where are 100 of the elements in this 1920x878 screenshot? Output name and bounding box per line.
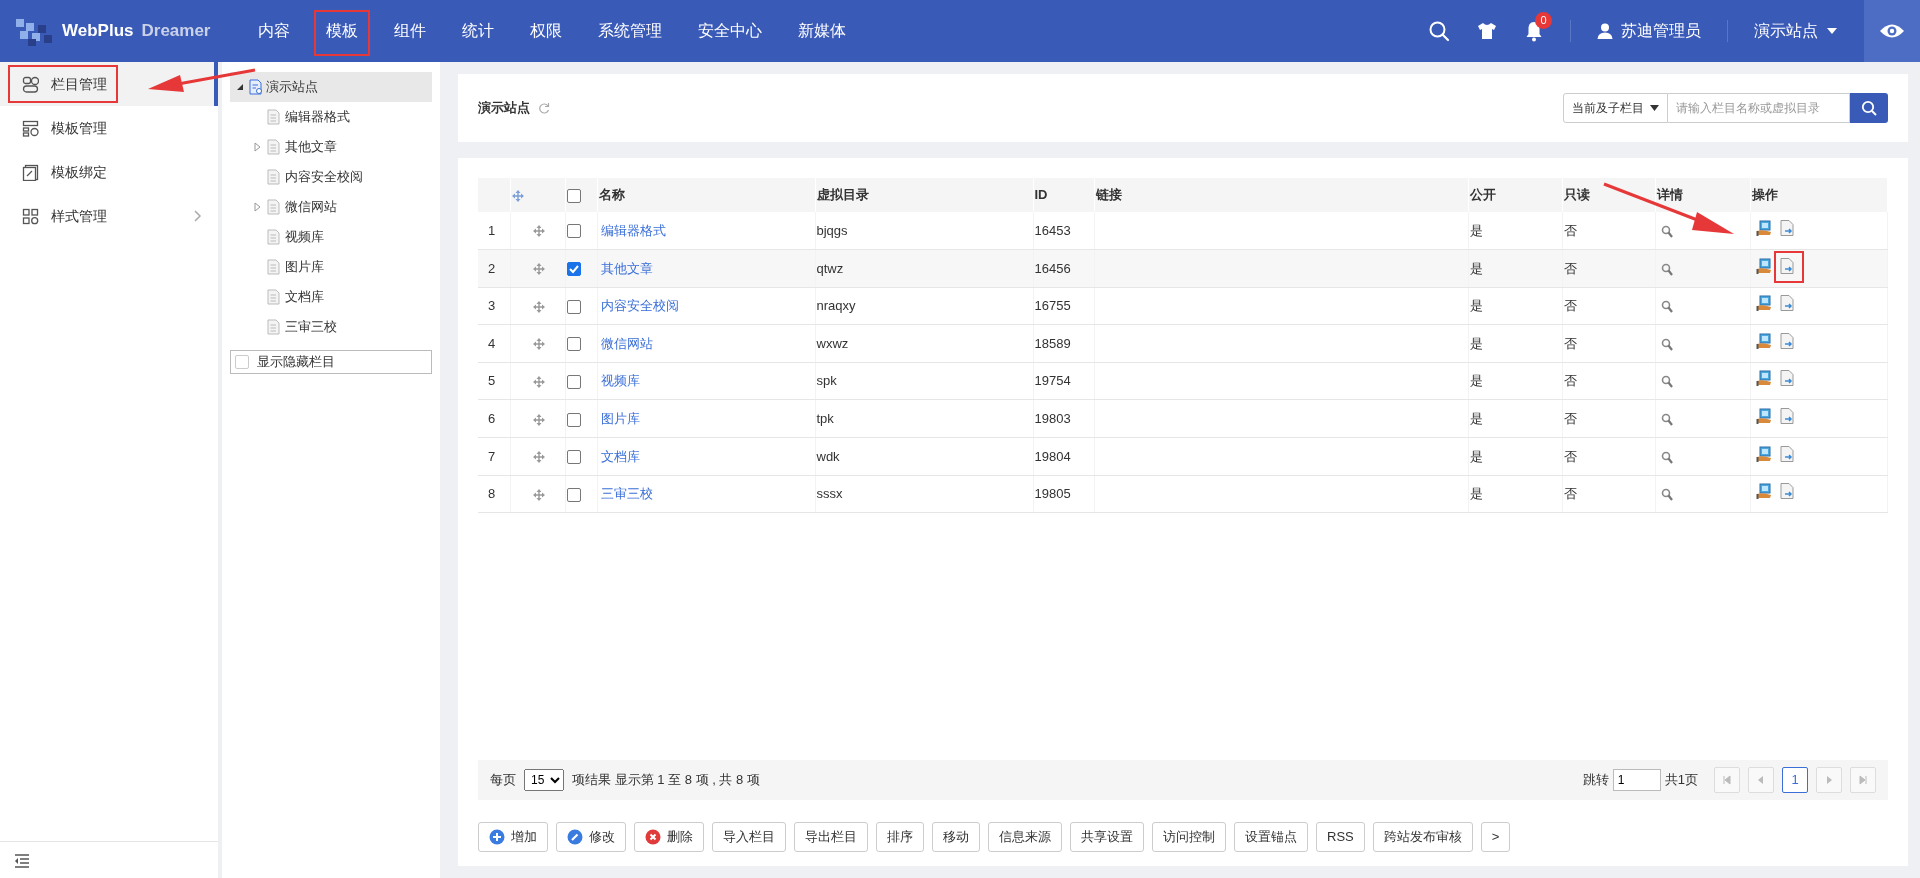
tree-node[interactable]: 三审三校: [230, 312, 432, 342]
sidebar-item[interactable]: 模板管理: [0, 106, 218, 150]
table-cell: 19805: [1034, 486, 1071, 502]
templates-icon: [22, 119, 39, 137]
monitor-hand-icon[interactable]: [1755, 332, 1772, 349]
scope-dropdown[interactable]: 当前及子栏目: [1563, 93, 1668, 123]
tree-node[interactable]: 其他文章: [230, 132, 432, 162]
magnifier-icon[interactable]: [1660, 375, 1673, 389]
magnifier-icon[interactable]: [1660, 300, 1673, 314]
action-button[interactable]: 修改: [556, 822, 626, 852]
column-name-link[interactable]: 其他文章: [600, 260, 653, 276]
monitor-hand-icon[interactable]: [1755, 483, 1772, 500]
user-menu[interactable]: 苏迪管理员: [1597, 19, 1701, 43]
show-hidden-checkbox[interactable]: 显示隐藏栏目: [230, 350, 432, 374]
action-button[interactable]: RSS: [1316, 822, 1365, 852]
sidebar-item[interactable]: 栏目管理: [0, 62, 218, 106]
tree-node[interactable]: 视频库: [230, 222, 432, 252]
nav-tab[interactable]: 模板: [308, 0, 376, 62]
row-checkbox[interactable]: [566, 375, 581, 389]
column-header: 只读: [1562, 178, 1655, 212]
search-button[interactable]: [1850, 93, 1888, 123]
action-button[interactable]: 删除: [634, 822, 704, 852]
nav-tab[interactable]: 统计: [444, 0, 512, 62]
row-checkbox[interactable]: [566, 412, 581, 427]
action-button[interactable]: 排序: [876, 822, 924, 852]
column-name-link[interactable]: 编辑器格式: [600, 222, 666, 238]
monitor-hand-icon[interactable]: [1755, 408, 1772, 424]
table-cell: 是: [1469, 298, 1483, 314]
column-name-link[interactable]: 三审三校: [600, 486, 653, 502]
magnifier-icon[interactable]: [1660, 224, 1673, 238]
column-name-link[interactable]: 图片库: [600, 411, 640, 426]
collapse-menu-icon[interactable]: [14, 854, 30, 868]
export-page-icon[interactable]: [1779, 219, 1794, 236]
nav-tab[interactable]: 组件: [376, 0, 444, 62]
action-button[interactable]: 增加: [478, 822, 548, 852]
nav-tab[interactable]: 新媒体: [780, 0, 864, 62]
export-page-icon[interactable]: [1779, 332, 1794, 349]
table-cell: 否: [1563, 260, 1577, 276]
page-jump-field[interactable]: 1: [1612, 769, 1661, 791]
tree-node[interactable]: 微信网站: [230, 192, 432, 222]
preview-button[interactable]: [1864, 0, 1920, 62]
search-icon[interactable]: [1428, 20, 1450, 42]
page-size-select[interactable]: 15: [524, 769, 564, 791]
action-button[interactable]: >: [1480, 822, 1511, 852]
action-button[interactable]: 信息来源: [988, 822, 1062, 852]
column-name-link[interactable]: 文档库: [600, 448, 640, 464]
monitor-hand-icon[interactable]: [1755, 445, 1772, 462]
row-checkbox[interactable]: [566, 224, 581, 239]
tree-node[interactable]: 编辑器格式: [230, 102, 432, 132]
row-number: 1: [488, 222, 496, 238]
action-button[interactable]: 导入栏目: [712, 822, 786, 852]
nav-tab[interactable]: 权限: [512, 0, 580, 62]
monitor-hand-icon[interactable]: [1755, 295, 1772, 312]
nav-tab[interactable]: 系统管理: [580, 0, 680, 62]
action-button[interactable]: 共享设置: [1070, 822, 1144, 852]
export-page-icon[interactable]: [1779, 483, 1794, 500]
magnifier-icon[interactable]: [1660, 262, 1673, 276]
magnifier-icon[interactable]: [1660, 488, 1673, 502]
row-checkbox[interactable]: [566, 450, 581, 465]
magnifier-icon[interactable]: [1660, 413, 1673, 427]
caret-icon: [1826, 27, 1838, 35]
triangle-right-icon[interactable]: [254, 202, 262, 212]
column-name-link[interactable]: 视频库: [600, 373, 640, 389]
monitor-hand-icon[interactable]: [1755, 370, 1772, 387]
table-cell: 否: [1563, 335, 1577, 351]
column-name-link[interactable]: 微信网站: [600, 335, 653, 351]
sidebar-item[interactable]: 样式管理: [0, 194, 218, 238]
action-button[interactable]: 移动: [932, 822, 980, 852]
select-all-checkbox[interactable]: [566, 188, 581, 203]
action-button[interactable]: 导出栏目: [794, 822, 868, 852]
page-number-button[interactable]: 1: [1782, 767, 1808, 793]
nav-tab[interactable]: 内容: [240, 0, 308, 62]
export-page-icon[interactable]: [1779, 370, 1794, 387]
action-button[interactable]: 设置锚点: [1234, 822, 1308, 852]
export-page-icon[interactable]: [1779, 295, 1794, 312]
sidebar-item[interactable]: 模板绑定: [0, 150, 218, 194]
tree-node[interactable]: 图片库: [230, 252, 432, 282]
column-name-link[interactable]: 内容安全校阅: [600, 298, 679, 314]
row-checkbox[interactable]: [566, 487, 581, 502]
row-checkbox[interactable]: [566, 337, 581, 352]
site-dropdown[interactable]: 演示站点: [1754, 19, 1838, 43]
action-button[interactable]: 访问控制: [1152, 822, 1226, 852]
action-button[interactable]: 跨站发布审核: [1372, 822, 1473, 852]
shirt-icon[interactable]: [1476, 20, 1498, 42]
export-page-icon[interactable]: [1779, 257, 1794, 274]
export-page-icon[interactable]: [1779, 408, 1794, 424]
monitor-hand-icon[interactable]: [1755, 219, 1772, 236]
tree-node[interactable]: 内容安全校阅: [230, 162, 432, 192]
magnifier-icon[interactable]: [1660, 337, 1673, 351]
row-checkbox[interactable]: [566, 262, 581, 277]
tree-node[interactable]: 演示站点: [230, 72, 432, 102]
triangle-right-icon[interactable]: [254, 142, 262, 152]
refresh-icon[interactable]: [538, 102, 550, 114]
search-field[interactable]: 请输入栏目名称或虚拟目录: [1668, 93, 1850, 123]
magnifier-icon[interactable]: [1660, 450, 1673, 464]
tree-node[interactable]: 文档库: [230, 282, 432, 312]
row-checkbox[interactable]: [566, 299, 581, 314]
nav-tab[interactable]: 安全中心: [680, 0, 780, 62]
monitor-hand-icon[interactable]: [1755, 257, 1772, 274]
export-page-icon[interactable]: [1779, 445, 1794, 462]
